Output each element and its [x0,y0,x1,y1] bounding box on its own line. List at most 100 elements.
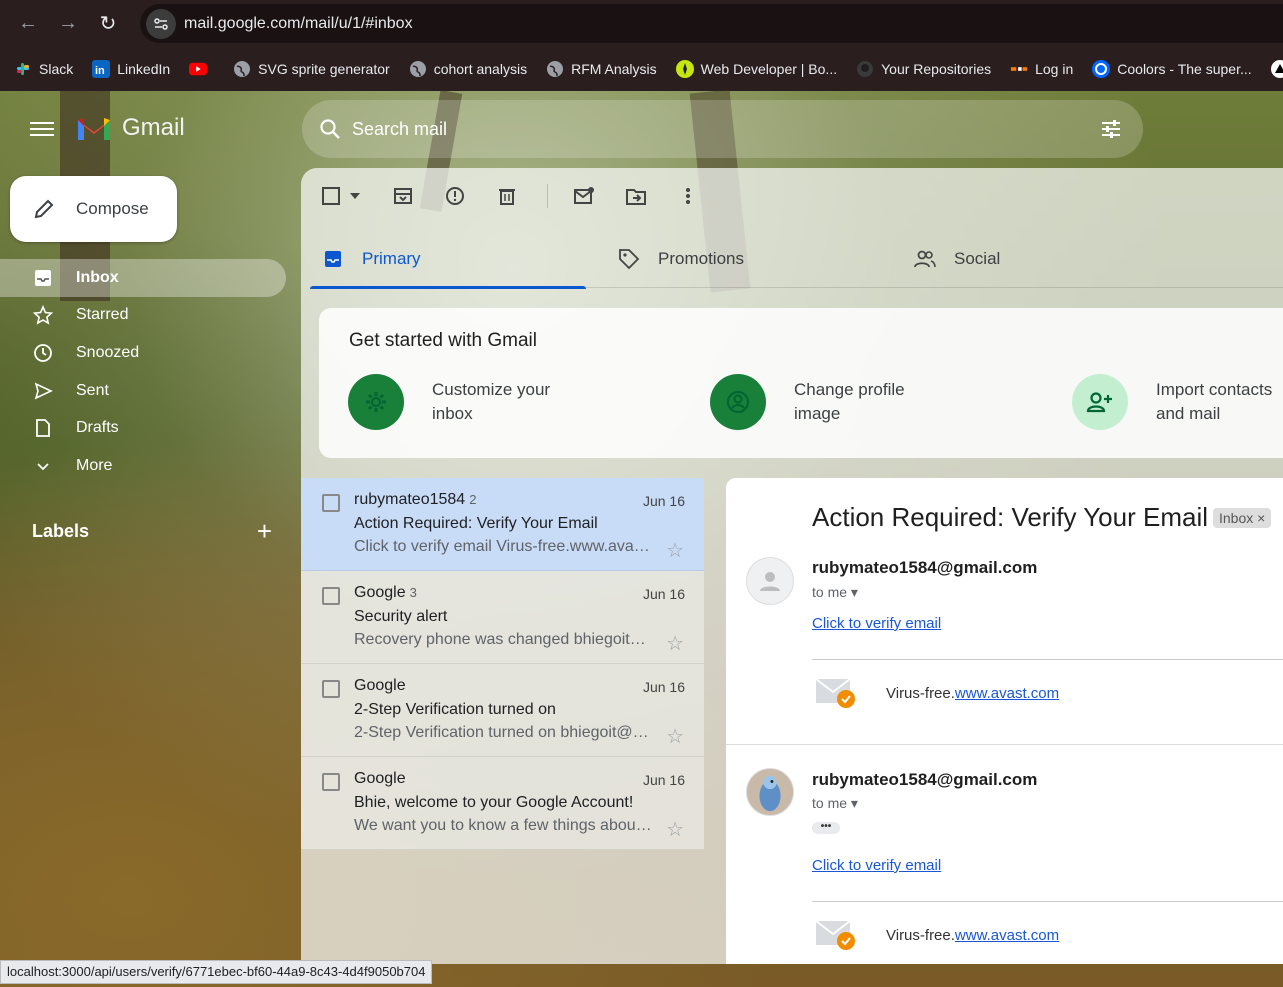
mark-unread-icon[interactable] [572,184,596,208]
sidebar-item-starred[interactable]: Starred [0,297,286,335]
globe-icon [233,60,251,78]
compose-label: Compose [76,199,149,218]
draft-icon [32,417,54,439]
chevron-down-icon [32,455,54,477]
linkedin-icon: in [92,60,111,78]
move-to-icon[interactable] [624,184,648,208]
select-checkbox[interactable] [319,184,343,208]
get-started-card[interactable]: Customize your inbox [348,374,582,430]
site-info-icon[interactable] [146,8,176,39]
sidebar-item-snoozed[interactable]: Snoozed [0,334,286,372]
verify-email-link[interactable]: Click to verify email [812,857,941,874]
email-row[interactable]: Google 3 Jun 16 Security alert Recovery p… [301,571,704,664]
bookmark-item[interactable]: Your Repositories [856,60,991,78]
delete-icon[interactable] [495,184,519,208]
reload-button[interactable]: ↻ [88,4,128,44]
more-options-icon[interactable] [676,184,700,208]
sidebar-nav: Inbox Starred Snoozed Sent Drafts More [0,259,286,485]
bookmark-item[interactable]: Log in [1010,60,1073,78]
to-me-text: to me [812,584,848,600]
row-checkbox[interactable] [322,773,340,791]
star-icon[interactable]: ☆ [666,538,684,563]
star-icon[interactable]: ☆ [666,817,684,842]
login-icon [1010,60,1029,78]
email-sender: Google [354,584,406,601]
bookmark-label: Web Developer | Bo... [700,61,838,77]
get-started-card[interactable]: Change profile image [710,374,944,430]
bookmark-item[interactable]: SVG sprite generator [233,60,390,78]
coolors-icon [1092,60,1111,78]
star-icon[interactable]: ☆ [666,724,684,749]
tab-promotions[interactable]: Promotions [606,230,902,288]
address-bar[interactable]: mail.google.com/mail/u/1/#inbox [140,4,1283,43]
forward-button[interactable]: → [48,4,88,44]
sidebar-item-drafts[interactable]: Drafts [0,409,286,447]
avast-link[interactable]: www.avast.com [955,685,1059,702]
avast-envelope-icon [815,920,855,950]
main-menu-icon[interactable] [30,118,54,142]
url-text: mail.google.com/mail/u/1/#inbox [184,14,413,32]
bookmark-item[interactable]: r [1270,60,1283,78]
select-dropdown-icon[interactable] [349,184,361,208]
card-line-2: and mail [1156,404,1221,423]
tab-label: Primary [362,249,421,268]
email-row[interactable]: Google Jun 16 2-Step Verification turned… [301,664,704,757]
bookmark-item[interactable]: RFM Analysis [546,60,657,78]
sender-email[interactable]: rubymateo1584@gmail.com [812,770,1037,790]
youtube-icon [189,60,208,78]
sender-email[interactable]: rubymateo1584@gmail.com [812,558,1037,578]
sender-avatar[interactable] [746,557,794,605]
email-row[interactable]: Google Jun 16 Bhie, welcome to your Goog… [301,757,704,850]
row-checkbox[interactable] [322,680,340,698]
avast-link[interactable]: www.avast.com [955,927,1059,944]
bookmark-item[interactable]: cohort analysis [409,60,527,78]
bookmark-label: cohort analysis [433,61,528,77]
email-subject-line: Action Required: Verify Your Email [354,515,598,532]
bookmark-item[interactable]: in LinkedIn [92,60,170,78]
tab-label: Social [954,249,1001,268]
remove-label-icon[interactable]: × [1257,510,1265,526]
bookmark-item[interactable]: Slack [14,60,73,78]
tab-social[interactable]: Social [902,230,1198,288]
row-checkbox[interactable] [322,494,340,512]
create-label-icon[interactable]: + [257,516,272,547]
inbox-tab-icon [322,248,344,270]
search-input[interactable] [352,118,1052,140]
tab-primary[interactable]: Primary [310,230,606,289]
email-snippet: We want you to know a few things about y… [354,817,654,834]
triangle-icon [1270,60,1283,78]
email-row[interactable]: rubymateo1584 2 Jun 16 Action Required: V… [301,478,704,571]
gmail-logo[interactable]: Gmail [76,114,185,142]
report-spam-icon[interactable] [443,184,467,208]
bookmark-label: Your Repositories [881,61,992,77]
bookmark-item[interactable]: Web Developer | Bo... [675,60,838,78]
sender-avatar[interactable] [746,768,794,816]
bookmark-label: Log in [1035,61,1074,77]
archive-icon[interactable] [391,184,415,208]
card-line-1: Import contacts [1156,380,1273,399]
verify-email-link[interactable]: Click to verify email [812,615,941,632]
email-subject-line: 2-Step Verification turned on [354,701,556,718]
card-line-1: Change profile [794,380,905,399]
message-divider [726,744,1283,745]
recipient-details[interactable]: to me ▾ [812,584,858,601]
get-started-card[interactable]: Import contacts and mail [1072,374,1283,430]
sidebar-item-more[interactable]: More [0,447,286,485]
compose-button[interactable]: Compose [10,176,177,242]
row-checkbox[interactable] [322,587,340,605]
search-options-icon[interactable] [1099,117,1123,141]
recipient-details[interactable]: to me ▾ [812,795,858,812]
back-button[interactable]: ← [8,4,48,44]
bookmark-item[interactable]: Coolors - The super... [1092,60,1252,78]
search-bar[interactable] [302,100,1143,158]
inbox-label-badge[interactable]: Inbox × [1213,508,1272,528]
sidebar-item-sent[interactable]: Sent [0,372,286,410]
search-icon[interactable] [318,117,342,141]
sidebar-item-inbox[interactable]: Inbox [0,259,286,297]
star-icon[interactable]: ☆ [666,631,684,656]
people-icon [914,248,936,270]
bookmark-item[interactable] [189,60,214,78]
add-person-icon [1072,374,1128,430]
email-snippet: Click to verify email Virus-free.www.ava… [354,538,654,555]
show-trimmed-content-button[interactable]: ••• [812,822,840,834]
